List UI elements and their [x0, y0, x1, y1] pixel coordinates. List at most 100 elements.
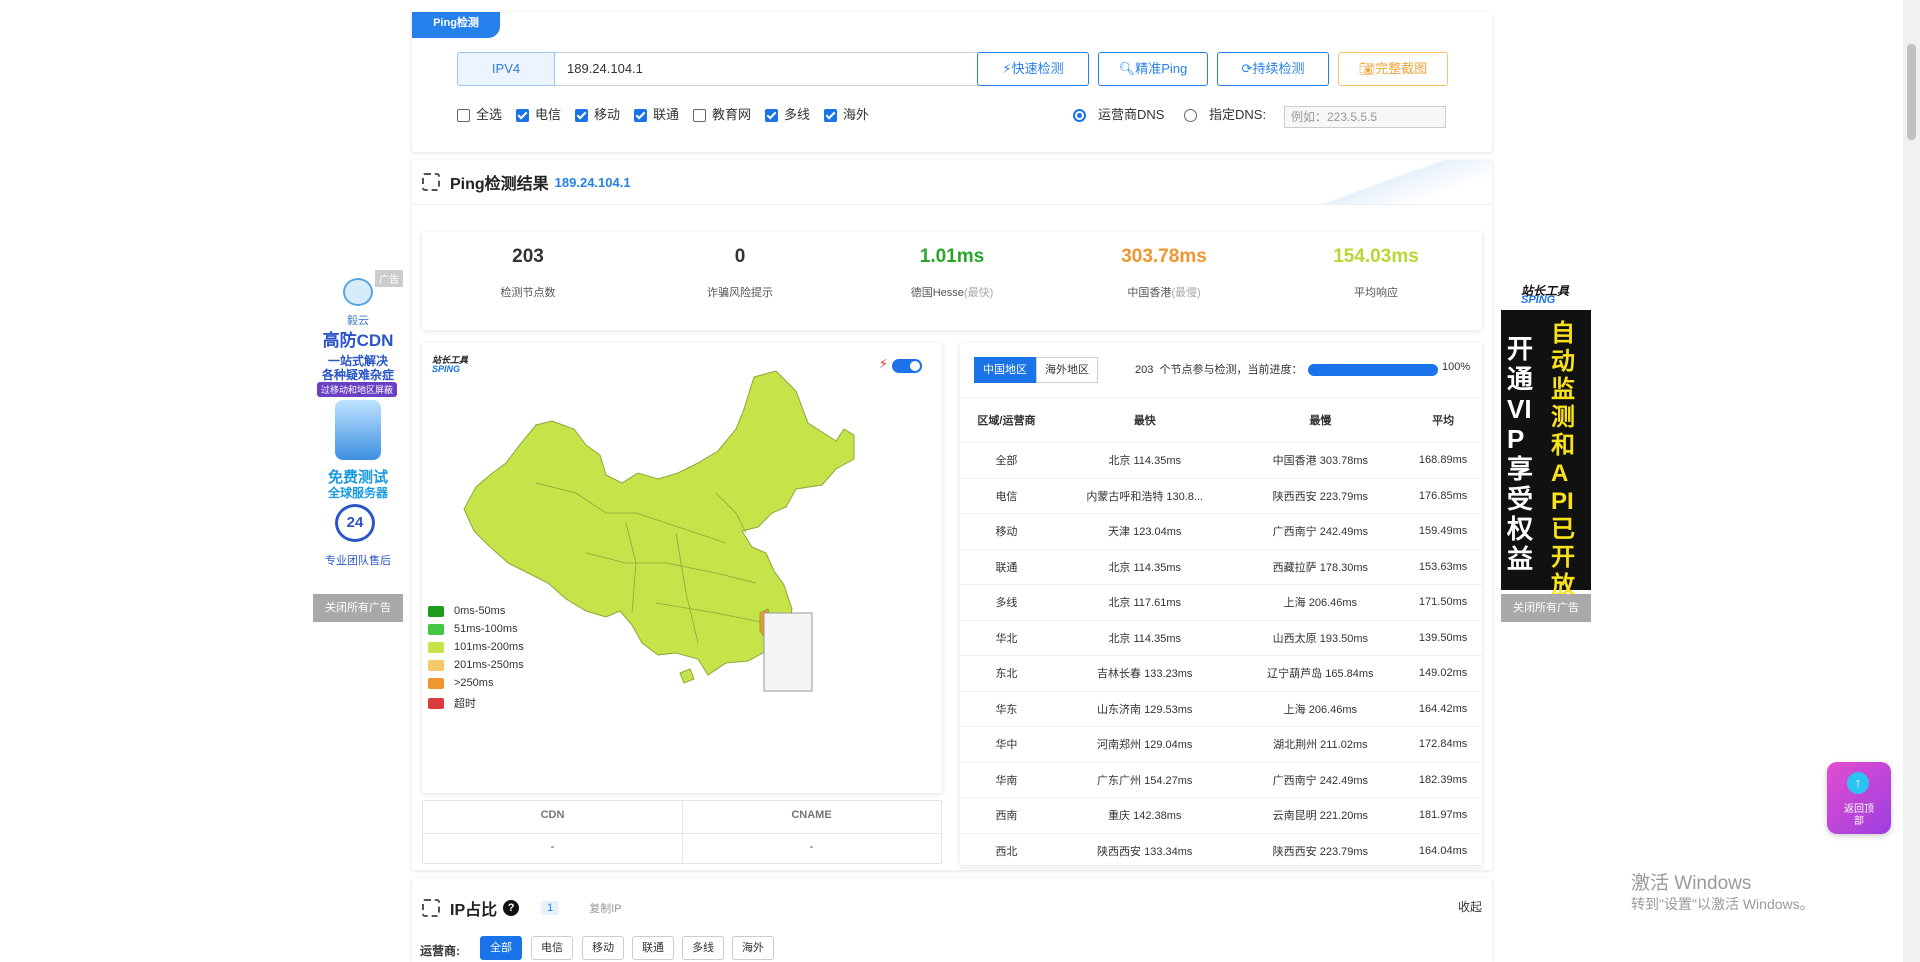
column-header: 最快: [1052, 397, 1237, 443]
region-table-card: 中国地区 海外地区 203 个节点参与检测，当前进度： 100% 区域/运营商 …: [960, 343, 1482, 905]
host-input[interactable]: 189.24.104.1: [555, 52, 981, 86]
chip-mobile[interactable]: 移动: [582, 936, 624, 960]
ad-col1: 开通VIP享受权益: [1507, 334, 1534, 574]
legend-label: 0ms-50ms: [454, 605, 506, 617]
chip-unicom[interactable]: 联通: [632, 936, 674, 960]
table-row: 全部 北京 114.35ms 中国香港 303.78ms 168.89ms: [960, 442, 1482, 479]
slowest-cell: 云南昆明 221.20ms: [1236, 797, 1405, 834]
checkbox-unicom[interactable]: 联通: [634, 106, 679, 124]
radio-label: 运营商DNS: [1098, 107, 1165, 122]
slowest-cell: 广西南宁 242.49ms: [1236, 762, 1405, 798]
close-all-ads-button[interactable]: 关闭所有广告: [1501, 594, 1591, 622]
progress-percent: 100%: [1442, 361, 1471, 373]
ip-version-select[interactable]: IPV4: [457, 52, 555, 86]
china-map-card: 站长工具 SPING ⚡ 0ms-50ms 51ms-100ms 101ms-2…: [422, 343, 942, 793]
average-cell: 168.89ms: [1404, 442, 1482, 479]
checkbox-box[interactable]: [457, 108, 470, 122]
tab-ping[interactable]: Ping检测: [412, 12, 500, 38]
camera-icon: 📷︎: [1358, 61, 1376, 76]
checkbox-label: 教育网: [712, 107, 752, 122]
legend-swatch: [428, 641, 444, 653]
precise-ping-button[interactable]: 🔍︎精准Ping: [1098, 52, 1208, 86]
legend-label: 51ms-100ms: [454, 623, 518, 635]
column-header: 区域/运营商: [960, 397, 1053, 443]
lightning-icon: ⚡: [1002, 61, 1012, 76]
tab-china-region[interactable]: 中国地区: [974, 357, 1036, 383]
progress-text: 个节点参与检测，当前进度：: [1159, 364, 1303, 376]
ipshare-header: IP占比 ? 1 复制IP: [422, 896, 622, 920]
continuous-check-button[interactable]: ⟳持续检测: [1217, 52, 1329, 86]
copy-ip-button[interactable]: 复制IP: [589, 900, 621, 916]
stat-fastest: 1.01ms 德国Hesse(最快): [846, 232, 1058, 300]
checkbox-box[interactable]: [765, 108, 778, 122]
average-cell: 164.42ms: [1404, 691, 1482, 727]
checkbox-telecom[interactable]: 电信: [516, 106, 561, 124]
help-icon[interactable]: ?: [503, 900, 520, 916]
ipshare-panel: IP占比 ? 1 复制IP 收起 运营商:: [412, 878, 1492, 962]
chip-all[interactable]: 全部: [480, 936, 522, 960]
quick-check-button[interactable]: ⚡快速检测: [977, 52, 1089, 86]
progress-count: 203: [1135, 364, 1154, 376]
checkbox-box[interactable]: [693, 108, 706, 122]
chip-overseas[interactable]: 海外: [732, 936, 774, 960]
right-ad-body[interactable]: 站长工具 SPING 开通VIP享受权益 自动监测和API已开放: [1501, 270, 1591, 599]
radio-custom-dns[interactable]: 指定DNS:: [1184, 106, 1266, 124]
page-scrollbar[interactable]: [1903, 0, 1920, 962]
stat-label: 平均响应: [1270, 284, 1482, 300]
custom-dns-input[interactable]: 例如：223.5.5.5: [1284, 106, 1446, 128]
checkbox-edu[interactable]: 教育网: [693, 106, 751, 124]
legend-label: >250ms: [454, 677, 494, 689]
back-to-top-button[interactable]: ↑ 返回顶部: [1827, 762, 1891, 834]
ad-line: 各种疑难杂症: [321, 368, 394, 382]
legend-item: 0ms-50ms: [428, 605, 505, 617]
checkbox-box[interactable]: [516, 108, 529, 122]
result-ip: 189.24.104.1: [554, 174, 631, 190]
fastest-cell: 内蒙古呼和浩特 130.8...: [1052, 478, 1237, 514]
stat-label-text: 平均响应: [1354, 287, 1398, 299]
radio-circle[interactable]: [1184, 108, 1197, 122]
hainan-region: [679, 668, 695, 684]
table-row: 西北 陕西西安 133.34ms 陕西西安 223.79ms 164.04ms: [960, 833, 1482, 869]
back-to-top-label: 返回顶部: [1844, 804, 1874, 827]
stat-label-text: 中国香港: [1127, 287, 1172, 299]
ad-headline: 高防CDN: [322, 331, 394, 350]
chip-telecom[interactable]: 电信: [531, 936, 573, 960]
scrollbar-thumb[interactable]: [1907, 44, 1916, 140]
stat-value: 1.01ms: [919, 246, 985, 267]
legend-swatch: [428, 697, 444, 709]
checkbox-overseas[interactable]: 海外: [824, 106, 869, 124]
shield-icon: [335, 400, 381, 460]
stat-label: 诈骗风险提示: [634, 284, 846, 300]
table-row: 移动 天津 123.04ms 广西南宁 242.49ms 159.49ms: [960, 513, 1482, 550]
checkbox-box[interactable]: [634, 108, 647, 122]
checkbox-box[interactable]: [824, 108, 837, 122]
search-icon: 🔍︎: [1118, 61, 1136, 76]
checkbox-multiline[interactable]: 多线: [765, 106, 810, 124]
stat-fraud-risk: 0 诈骗风险提示: [634, 232, 846, 300]
collapse-button[interactable]: 收起: [1458, 898, 1482, 915]
table-row: 东北 吉林长春 133.23ms 辽宁葫芦岛 165.84ms 149.02ms: [960, 655, 1482, 692]
checkbox-mobile[interactable]: 移动: [575, 106, 620, 124]
left-ad-body[interactable]: 广告 毅云 高防CDN 一站式解决 各种疑难杂症 过移动和地区屏蔽 免费测试 全…: [313, 270, 403, 590]
legend-label: 101ms-200ms: [454, 641, 524, 653]
slowest-cell: 广西南宁 242.49ms: [1236, 513, 1405, 550]
chip-multiline[interactable]: 多线: [682, 936, 724, 960]
close-all-ads-button[interactable]: 关闭所有广告: [313, 594, 403, 622]
stat-label-text: 诈骗风险提示: [707, 287, 773, 299]
tab-overseas-region[interactable]: 海外地区: [1036, 357, 1098, 383]
slowest-cell: 山西太原 193.50ms: [1236, 620, 1405, 656]
fastest-cell: 重庆 142.38ms: [1052, 797, 1237, 834]
checkbox-box[interactable]: [575, 108, 588, 122]
continuous-check-label: 持续检测: [1252, 61, 1305, 76]
checkbox-select-all[interactable]: 全选: [457, 106, 502, 124]
radio-isp-dns[interactable]: 运营商DNS: [1073, 106, 1164, 124]
region-cell: 全部: [960, 442, 1053, 479]
radio-circle[interactable]: [1073, 108, 1086, 122]
column-header: 最慢: [1236, 397, 1405, 443]
table-row: 多线 北京 117.61ms 上海 206.46ms 171.50ms: [960, 584, 1482, 621]
stat-value: 154.03ms: [1333, 246, 1419, 267]
average-cell: 139.50ms: [1404, 620, 1482, 656]
region-cell: 华东: [960, 691, 1053, 727]
full-screenshot-button[interactable]: 📷︎完整截图: [1338, 52, 1448, 86]
result-header: Ping检测结果 189.24.104.1: [422, 170, 631, 194]
